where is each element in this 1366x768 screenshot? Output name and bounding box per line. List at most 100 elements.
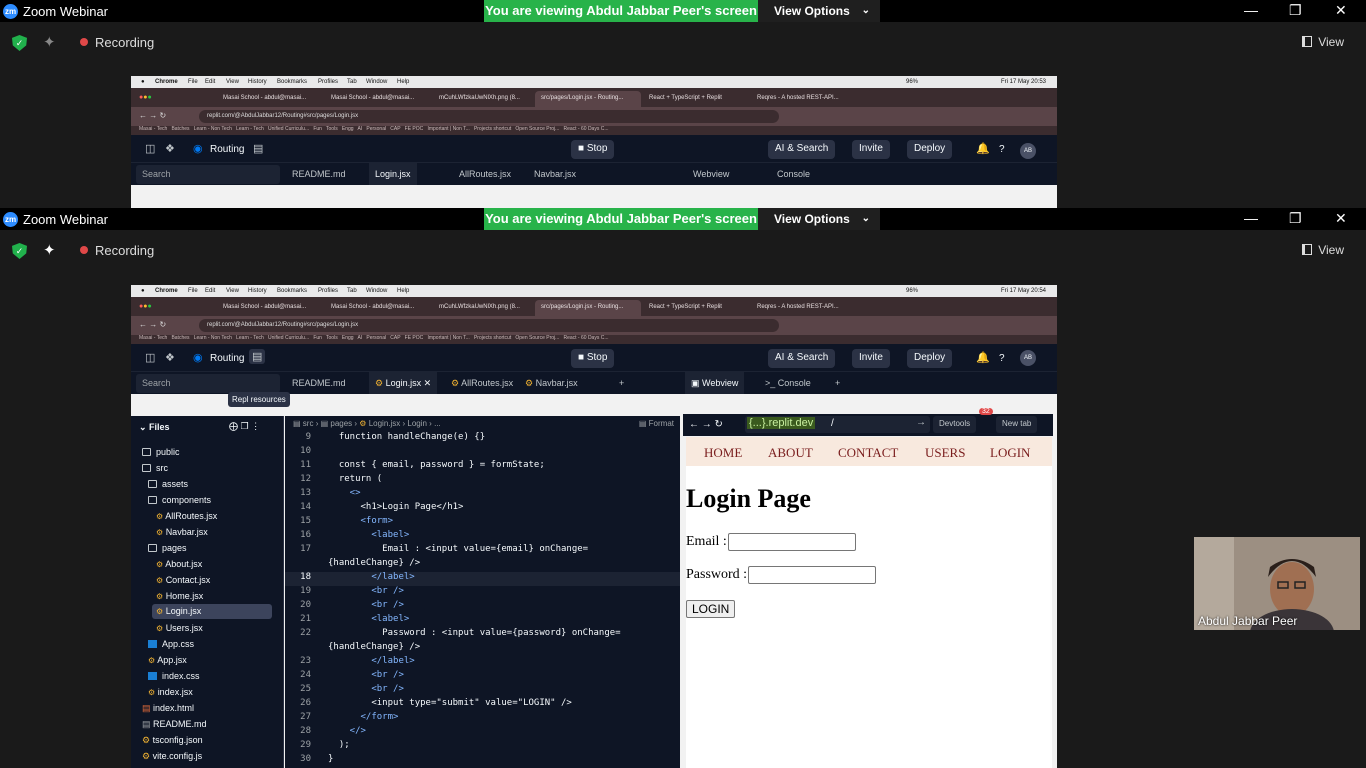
bookmark-item[interactable]: Unified Curriculu...: [268, 335, 309, 341]
editor-tab[interactable]: ⚙ Navbar.jsx: [519, 372, 584, 394]
chrome-tab[interactable]: React + TypeScript + Replit: [643, 300, 749, 316]
bookmark-item[interactable]: Masai - Tech: [139, 126, 167, 132]
file-tree-item[interactable]: public: [142, 447, 180, 457]
close-icon[interactable]: ✕: [1335, 210, 1347, 227]
bookmark-item[interactable]: Learn - Non Tech: [194, 335, 232, 341]
security-shield-icon[interactable]: ✓: [12, 35, 27, 51]
deploy-button[interactable]: Deploy: [907, 140, 953, 159]
file-tree-item[interactable]: ⚙ Contact.jsx: [156, 575, 210, 585]
bookmark-item[interactable]: FE POC: [405, 126, 424, 132]
invite-button[interactable]: Invite: [852, 140, 890, 159]
minimize-icon[interactable]: —: [1244, 2, 1258, 18]
bookmark-item[interactable]: Fun: [313, 126, 322, 132]
nav-home-link[interactable]: HOME: [704, 445, 742, 461]
bookmark-item[interactable]: Fun: [313, 335, 322, 341]
replit-logo-icon[interactable]: ❖: [165, 351, 175, 364]
stop-button[interactable]: ■ Stop: [571, 349, 615, 368]
new-tab-button[interactable]: New tab: [996, 416, 1038, 433]
close-icon[interactable]: ✕: [1335, 2, 1347, 19]
ai-search-button[interactable]: AI & Search: [768, 140, 836, 159]
bookmark-item[interactable]: FE POC: [405, 335, 424, 341]
bookmark-item[interactable]: Personal: [366, 126, 386, 132]
repl-resources-icon[interactable]: ▤: [253, 142, 263, 155]
devtools-button[interactable]: Devtools: [933, 416, 977, 433]
view-options-button[interactable]: View Options ⌄: [758, 0, 880, 22]
file-tree-item[interactable]: pages: [148, 543, 187, 553]
file-tree-item[interactable]: ⚙ About.jsx: [156, 559, 202, 569]
recording-label[interactable]: Recording: [95, 243, 154, 258]
editor-tab-active[interactable]: Login.jsx: [369, 163, 417, 185]
file-tree-item[interactable]: components: [148, 495, 211, 505]
bookmark-item[interactable]: Personal: [366, 335, 386, 341]
file-tree-item[interactable]: ⚙ App.jsx: [148, 655, 187, 665]
console-tab[interactable]: >_ Console: [759, 372, 817, 394]
notifications-icon[interactable]: 🔔: [976, 142, 990, 155]
add-pane-icon[interactable]: +: [829, 372, 846, 394]
notifications-icon[interactable]: 🔔: [976, 351, 990, 364]
login-button[interactable]: LOGIN: [686, 600, 736, 618]
help-icon[interactable]: ?: [999, 353, 1005, 364]
bookmark-item[interactable]: Engg: [342, 126, 354, 132]
editor-tab-active[interactable]: ⚙ Login.jsx ✕: [369, 372, 438, 394]
webview-tab[interactable]: Webview: [687, 163, 735, 185]
sidebar-toggle-icon[interactable]: ◫: [145, 142, 155, 155]
chrome-tab-active[interactable]: src/pages/Login.jsx - Routing...: [535, 91, 641, 107]
file-tree-item[interactable]: index.css: [148, 671, 200, 681]
editor-tab[interactable]: README.md: [286, 372, 352, 394]
stop-button[interactable]: ■ Stop: [571, 140, 615, 159]
chrome-tab[interactable]: Masai School - abdul@masai...: [217, 91, 323, 107]
avatar[interactable]: AB: [1020, 143, 1036, 159]
bookmark-item[interactable]: Projects shortcut: [474, 126, 511, 132]
file-tree-item[interactable]: ▤ index.html: [142, 703, 194, 714]
chrome-tab[interactable]: mCuhLWfzkaUwNlXh.png (8...: [433, 91, 537, 107]
file-tree-item[interactable]: src: [142, 463, 168, 473]
deploy-button[interactable]: Deploy: [907, 349, 953, 368]
file-tree-item[interactable]: ⚙ AllRoutes.jsx: [156, 511, 217, 521]
chrome-tab[interactable]: Reqres - A hosted REST-API...: [751, 300, 857, 316]
format-button[interactable]: ▤ Format: [639, 419, 674, 428]
bookmark-item[interactable]: CAP: [390, 335, 400, 341]
back-forward-icon[interactable]: ← → ↻: [689, 419, 723, 430]
breadcrumb-item[interactable]: src: [303, 419, 314, 428]
editor-tab[interactable]: ⚙ AllRoutes.jsx: [445, 372, 519, 394]
bookmark-item[interactable]: Batches: [171, 335, 189, 341]
minimize-icon[interactable]: —: [1244, 210, 1258, 226]
console-tab[interactable]: Console: [771, 163, 816, 185]
code-editor[interactable]: ▤ src › ▤ pages › ⚙ Login.jsx › Login › …: [285, 416, 680, 768]
breadcrumb-item[interactable]: ...: [434, 419, 441, 428]
chrome-tab[interactable]: React + TypeScript + Replit: [643, 91, 749, 107]
bookmark-item[interactable]: React - 60 Days C...: [563, 126, 608, 132]
ai-companion-icon[interactable]: ✦: [43, 241, 56, 259]
bookmark-item[interactable]: Learn - Tech: [236, 126, 264, 132]
bookmark-item[interactable]: Tools: [326, 126, 338, 132]
ai-search-button[interactable]: AI & Search: [768, 349, 836, 368]
help-icon[interactable]: ?: [999, 144, 1005, 155]
bookmark-item[interactable]: Batches: [171, 126, 189, 132]
bookmark-item[interactable]: Important | Non T...: [427, 335, 469, 341]
url-bar[interactable]: replit.com/@AbdulJabbar12/Routing#src/pa…: [199, 110, 779, 123]
file-tree-item[interactable]: ⚙ tsconfig.json: [142, 735, 203, 746]
search-input[interactable]: Search: [136, 165, 280, 184]
view-button[interactable]: View: [1302, 35, 1344, 49]
breadcrumb-item[interactable]: Login: [407, 419, 427, 428]
file-tree-item[interactable]: ⚙ Home.jsx: [156, 591, 203, 601]
avatar[interactable]: AB: [1020, 350, 1036, 366]
files-header[interactable]: ⌄ Files: [139, 422, 170, 433]
bookmark-item[interactable]: Engg: [342, 335, 354, 341]
bookmark-item[interactable]: Tools: [326, 335, 338, 341]
restore-icon[interactable]: ❐: [1289, 210, 1302, 227]
file-tree-item-selected[interactable]: ⚙ Login.jsx: [152, 604, 272, 619]
search-input[interactable]: Search: [136, 374, 280, 393]
bookmark-item[interactable]: Open Source Proj...: [515, 335, 559, 341]
recording-label[interactable]: Recording: [95, 35, 154, 50]
breadcrumb-item[interactable]: pages: [330, 419, 352, 428]
chrome-tab[interactable]: Masai School - abdul@masai...: [325, 91, 431, 107]
file-tree-item[interactable]: ⚙ Navbar.jsx: [156, 527, 208, 537]
password-input[interactable]: [748, 566, 876, 584]
bookmark-item[interactable]: Important | Non T...: [427, 126, 469, 132]
security-shield-icon[interactable]: ✓: [12, 243, 27, 259]
nav-arrows-icon[interactable]: ← → ↻: [139, 111, 166, 120]
invite-button[interactable]: Invite: [852, 349, 890, 368]
new-file-icon[interactable]: ⨁ ❐ ⋮: [229, 421, 260, 432]
sidebar-toggle-icon[interactable]: ◫: [145, 351, 155, 364]
